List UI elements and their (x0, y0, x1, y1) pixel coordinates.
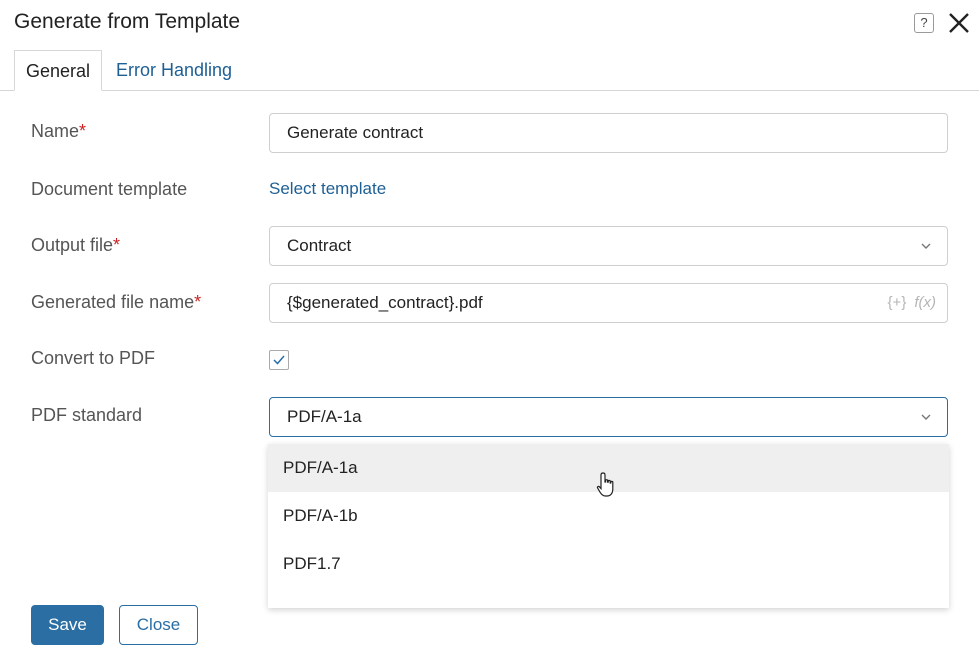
chevron-down-icon (921, 243, 931, 249)
question-mark-icon[interactable]: ? (914, 13, 934, 33)
name-label: Name* (31, 121, 87, 141)
close-icon[interactable] (947, 11, 971, 35)
name-input[interactable]: Generate contract (269, 113, 948, 153)
generated-file-name-input[interactable]: {$generated_contract}.pdf {+} f(x) (269, 283, 948, 323)
tab-error-handling[interactable]: Error Handling (116, 50, 232, 91)
generated-file-name-label: Generated file name* (31, 292, 202, 312)
pdf-standard-select[interactable]: PDF/A-1a (269, 397, 948, 437)
insert-variable-icon[interactable]: {+} (888, 294, 907, 311)
save-button[interactable]: Save (31, 605, 104, 645)
chevron-down-icon (921, 414, 931, 420)
output-file-select[interactable]: Contract (269, 226, 948, 266)
close-button[interactable]: Close (119, 605, 198, 645)
convert-to-pdf-label: Convert to PDF (31, 348, 156, 368)
pdf-standard-dropdown: PDF/A-1a PDF/A-1b PDF1.7 (268, 444, 949, 608)
tab-bar: General Error Handling (0, 50, 979, 91)
tab-general[interactable]: General (14, 50, 102, 91)
pdf-standard-label: PDF standard (31, 405, 143, 425)
check-icon (273, 355, 285, 365)
dropdown-option[interactable]: PDF/A-1b (268, 492, 949, 540)
output-file-label: Output file* (31, 235, 121, 255)
variable-icons: {+} f(x) (880, 284, 936, 322)
required-marker: * (113, 235, 121, 255)
required-marker: * (194, 292, 202, 312)
select-template-link[interactable]: Select template (269, 179, 386, 199)
hand-cursor-icon (596, 472, 614, 497)
dropdown-option[interactable]: PDF1.7 (268, 540, 949, 588)
function-icon[interactable]: f(x) (914, 294, 936, 311)
dialog-title: Generate from Template (14, 10, 241, 33)
document-template-label: Document template (31, 179, 188, 199)
convert-to-pdf-checkbox[interactable] (269, 350, 289, 370)
required-marker: * (79, 121, 87, 141)
